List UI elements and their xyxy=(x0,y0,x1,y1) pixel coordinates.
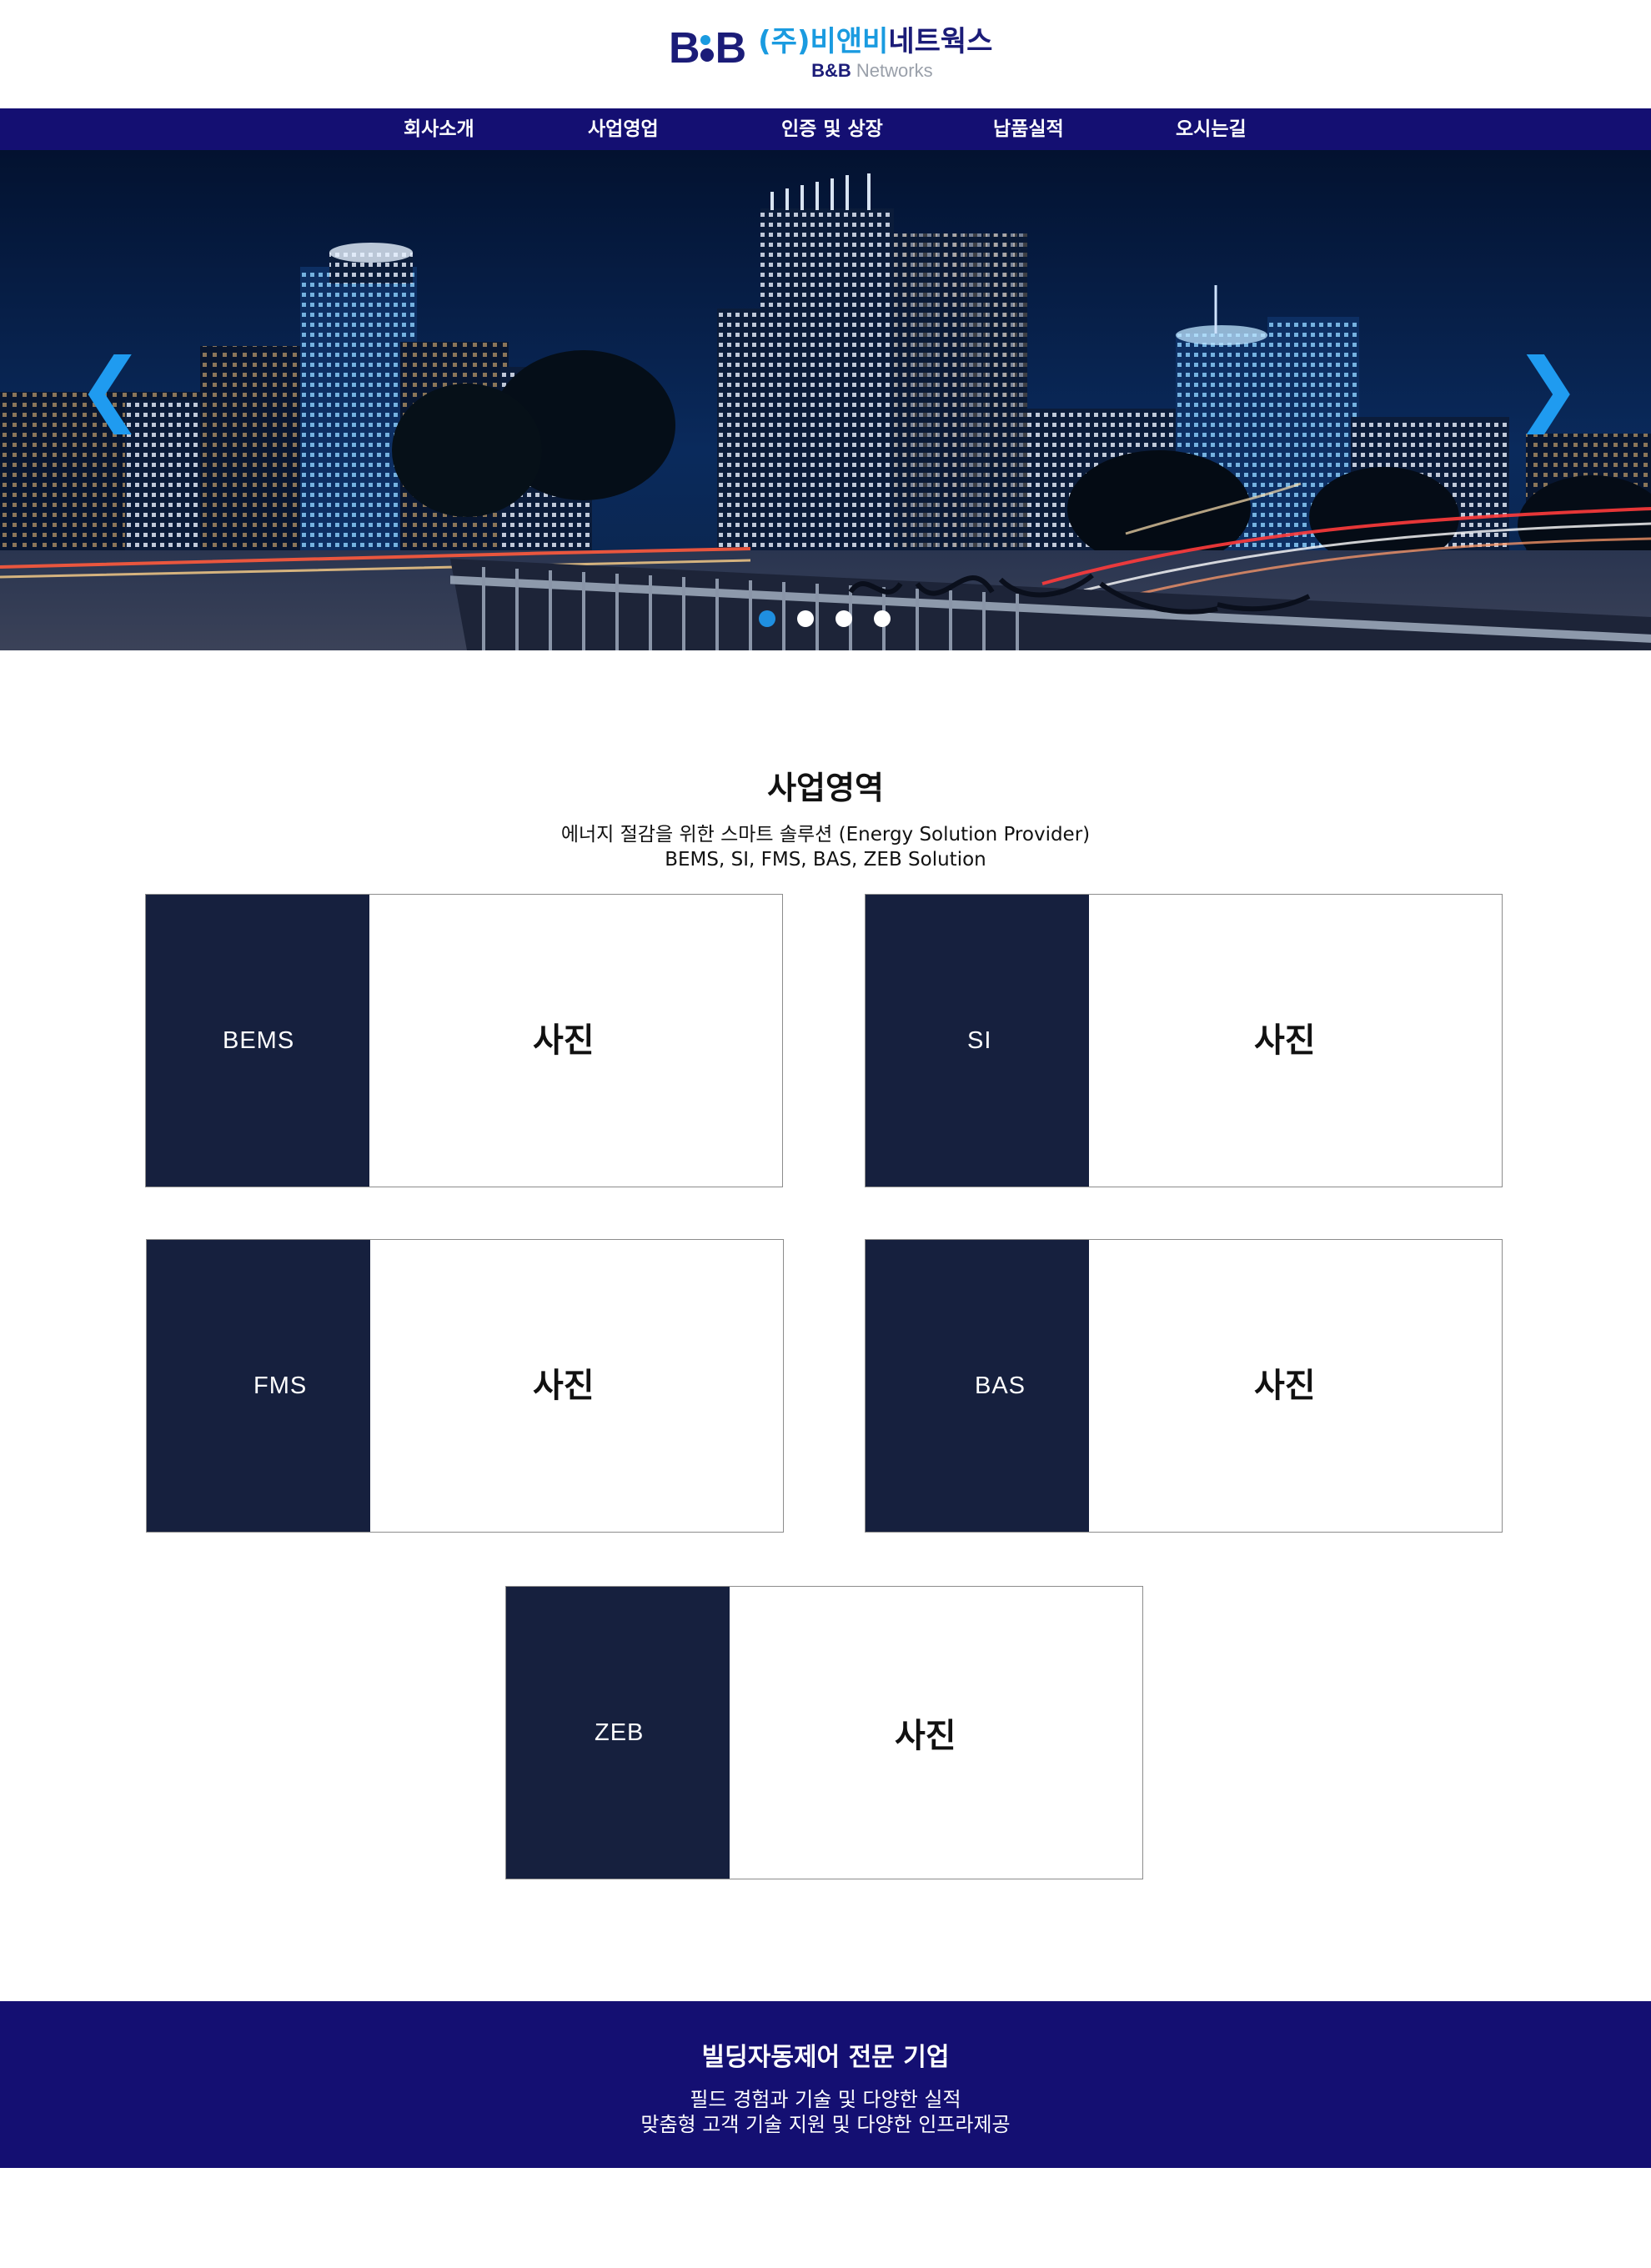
company-logo[interactable]: B B (주)비앤비네트웍스 B&B Networks xyxy=(669,23,992,88)
logo-company-prefix: (주)비앤비 xyxy=(758,25,889,58)
card-photo-placeholder: 사진 xyxy=(895,1717,956,1755)
nav-item-delivery-record[interactable]: 납품실적 xyxy=(993,108,1064,150)
business-card-bems[interactable]: BEMS 사진 xyxy=(145,894,783,1187)
section-description: 에너지 절감을 위한 스마트 솔루션 (Energy Solution Prov… xyxy=(0,822,1651,872)
business-card-bas[interactable]: BAS 사진 xyxy=(865,1239,1503,1533)
hero-slider: ❮ ❯ xyxy=(0,150,1651,650)
card-label: BAS xyxy=(975,1372,1026,1399)
slider-dot-4[interactable] xyxy=(874,610,891,627)
card-photo-placeholder: 사진 xyxy=(1254,1021,1316,1060)
logo-mark: B B xyxy=(669,23,747,73)
logo-mark-left: B xyxy=(669,24,700,73)
card-label: SI xyxy=(967,1026,992,1054)
logo-company-suffix: 네트웍스 xyxy=(888,25,993,58)
footer-banner: 빌딩자동제어 전문 기업 필드 경험과 기술 및 다양한 실적 맞춤형 고객 기… xyxy=(0,2001,1651,2168)
slider-prev-arrow-icon[interactable]: ❮ xyxy=(77,342,143,434)
logo-sub-networks: Networks xyxy=(856,60,933,81)
site-header: B B (주)비앤비네트웍스 B&B Networks xyxy=(0,0,1651,108)
nav-item-business[interactable]: 사업영업 xyxy=(588,108,659,150)
logo-sub-bb: B&B xyxy=(811,60,851,81)
section-description-line1: 에너지 절감을 위한 스마트 솔루션 (Energy Solution Prov… xyxy=(560,824,1091,845)
logo-mark-right: B xyxy=(715,24,747,73)
business-card-zeb[interactable]: ZEB 사진 xyxy=(505,1586,1143,1879)
logo-subtitle: B&B Networks xyxy=(811,60,992,82)
logo-dots-icon xyxy=(700,35,714,62)
business-card-fms[interactable]: FMS 사진 xyxy=(146,1239,784,1533)
hero-city-image xyxy=(0,150,1651,650)
card-label: BEMS xyxy=(223,1026,295,1054)
slider-dot-3[interactable] xyxy=(836,610,852,627)
business-card-si[interactable]: SI 사진 xyxy=(865,894,1503,1187)
main-nav: 회사소개 사업영업 인증 및 상장 납품실적 오시는길 xyxy=(0,108,1651,150)
section-title: 사업영역 xyxy=(767,770,884,806)
card-label: ZEB xyxy=(595,1719,645,1746)
nav-item-directions[interactable]: 오시는길 xyxy=(1176,108,1247,150)
card-label: FMS xyxy=(253,1372,308,1399)
slider-next-arrow-icon[interactable]: ❯ xyxy=(1514,342,1581,434)
slider-dot-2[interactable] xyxy=(797,610,814,627)
logo-company-name: (주)비앤비네트웍스 xyxy=(758,23,992,60)
slider-dot-1[interactable] xyxy=(759,610,775,627)
card-photo-placeholder: 사진 xyxy=(533,1021,595,1060)
nav-item-certification[interactable]: 인증 및 상장 xyxy=(781,108,883,150)
slider-pagination xyxy=(759,610,891,627)
footer-title: 빌딩자동제어 전문 기업 xyxy=(701,2043,950,2072)
nav-item-company[interactable]: 회사소개 xyxy=(404,108,474,150)
card-photo-placeholder: 사진 xyxy=(533,1367,595,1405)
card-photo-placeholder: 사진 xyxy=(1254,1367,1316,1405)
section-description-line2: BEMS, SI, FMS, BAS, ZEB Solution xyxy=(665,849,986,871)
logo-text: (주)비앤비네트웍스 B&B Networks xyxy=(758,23,992,82)
footer-line-2: 맞춤형 고객 기술 지원 및 다양한 인프라제공 xyxy=(640,2113,1011,2136)
